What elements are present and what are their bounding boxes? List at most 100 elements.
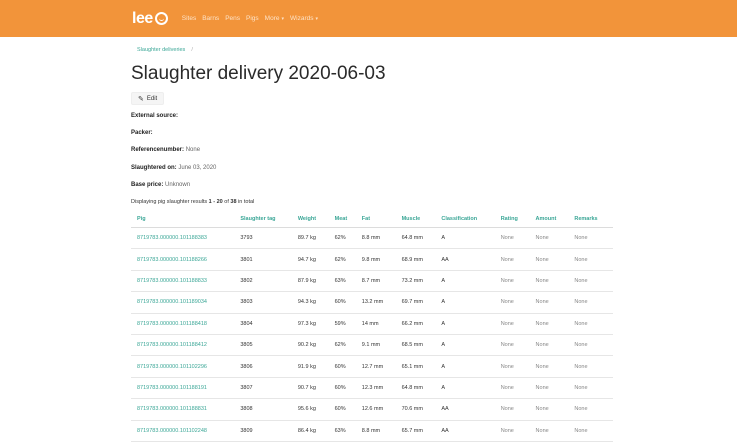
amount-cell: None [529,291,569,314]
nav-pens[interactable]: Pens [225,15,240,22]
slaughter-tag-cell: 3809 [234,420,292,442]
summary-range: 1 - 20 [208,199,223,205]
summary-total: 38 [230,199,237,205]
rating-cell: None [494,355,530,378]
column-header-classification[interactable]: Classification [435,210,495,228]
table-row: 8719783.000000.101188383 3793 89.7 kg 62… [131,227,613,250]
pig-link[interactable]: 8719783.000000.101102296 [131,355,235,378]
app-logo[interactable]: lee [132,10,168,28]
column-header-slaughter-tag[interactable]: Slaughter tag [234,210,292,228]
slaughter-tag-cell: 3805 [234,334,292,357]
nav-barns[interactable]: Barns [202,15,219,22]
pig-link[interactable]: 8719783.000000.101189034 [131,291,235,314]
table-header-row: Pig Slaughter tag Weight Meat Fat Muscle… [131,210,613,228]
remarks-cell: None [568,270,613,293]
meat-cell: 62% [328,334,356,357]
reference-field: Referencenumber: None [131,147,200,153]
column-header-fat[interactable]: Fat [355,210,396,228]
edit-button[interactable]: ✎ Edit [131,92,165,105]
remarks-cell: None [568,355,613,378]
weight-cell: 91.9 kg [291,355,329,378]
weight-cell: 89.7 kg [291,227,329,250]
nav-wizards-dropdown[interactable]: Wizards ▾ [290,15,318,22]
logo-smile-icon [154,12,168,25]
pig-link[interactable]: 8719783.000000.101188418 [131,313,235,335]
column-header-muscle[interactable]: Muscle [395,210,436,228]
muscle-cell: 70.6 mm [395,398,436,421]
pig-link[interactable]: 8719783.000000.101188266 [131,248,235,271]
table-row: 8719783.000000.101188831 3808 95.6 kg 60… [131,398,613,421]
base-price-field: Base price: Unknown [131,182,190,188]
classification-cell: A [435,313,495,335]
remarks-cell: None [568,398,613,421]
nav-more-dropdown[interactable]: More ▾ [265,15,284,22]
rating-cell: None [494,227,530,250]
reference-label: Referencenumber: [131,147,185,153]
top-navbar: lee Sites Barns Pens Pigs More ▾ Wizards ▾ [0,0,737,37]
fat-cell: 12.6 mm [355,398,396,421]
classification-cell: A [435,291,495,314]
fat-cell: 9.8 mm [355,248,396,271]
rating-cell: None [494,398,530,421]
rating-cell: None [494,334,530,357]
slaughtered-label: Slaughtered on: [131,165,177,171]
pig-link[interactable]: 8719783.000000.101188383 [131,227,235,250]
main-nav: Sites Barns Pens Pigs More ▾ Wizards ▾ [182,15,324,22]
column-header-rating[interactable]: Rating [494,210,530,228]
breadcrumb: Slaughter deliveries / [137,47,193,53]
weight-cell: 90.2 kg [291,334,329,357]
pig-link[interactable]: 8719783.000000.101188831 [131,398,235,421]
slaughter-tag-cell: 3807 [234,377,292,400]
page-title: Slaughter delivery 2020-06-03 [131,63,386,84]
fat-cell: 9.1 mm [355,334,396,357]
pig-link[interactable]: 8719783.000000.101188833 [131,270,235,293]
reference-value: None [185,147,201,153]
pig-link[interactable]: 8719783.000000.101188412 [131,334,235,357]
pig-link[interactable]: 8719783.000000.101102248 [131,420,235,442]
weight-cell: 87.9 kg [291,270,329,293]
classification-cell: AA [435,420,495,442]
column-header-weight[interactable]: Weight [291,210,329,228]
muscle-cell: 65.7 mm [395,420,436,442]
slaughter-results-table: Pig Slaughter tag Weight Meat Fat Muscle… [131,210,613,442]
weight-cell: 90.7 kg [291,377,329,400]
column-header-amount[interactable]: Amount [529,210,569,228]
external-source-field: External source: [131,113,178,119]
amount-cell: None [529,355,569,378]
meat-cell: 60% [328,377,356,400]
meat-cell: 60% [328,355,356,378]
breadcrumb-slaughter-deliveries[interactable]: Slaughter deliveries [137,47,185,53]
classification-cell: A [435,355,495,378]
classification-cell: AA [435,248,495,271]
nav-label: Pigs [246,15,259,22]
remarks-cell: None [568,377,613,400]
slaughtered-field: Slaughtered on: June 03, 2020 [131,165,216,171]
remarks-cell: None [568,334,613,357]
nav-sites[interactable]: Sites [182,15,196,22]
fat-cell: 14 mm [355,313,396,335]
classification-cell: A [435,227,495,250]
muscle-cell: 68.9 mm [395,248,436,271]
classification-cell: AA [435,398,495,421]
table-row: 8719783.000000.101102296 3806 91.9 kg 60… [131,355,613,378]
column-header-meat[interactable]: Meat [328,210,356,228]
column-header-pig[interactable]: Pig [131,210,235,228]
table-row: 8719783.000000.101189034 3803 94.3 kg 60… [131,291,613,314]
rating-cell: None [494,291,530,314]
weight-cell: 95.6 kg [291,398,329,421]
table-row: 8719783.000000.101188266 3801 94.7 kg 62… [131,248,613,271]
slaughter-tag-cell: 3804 [234,313,292,335]
nav-label: Pens [225,15,241,22]
nav-pigs[interactable]: Pigs [246,15,259,22]
chevron-down-icon: ▾ [315,16,318,22]
table-row: 8719783.000000.101188412 3805 90.2 kg 62… [131,334,613,357]
table-row: 8719783.000000.101188418 3804 97.3 kg 59… [131,313,613,335]
weight-cell: 86.4 kg [291,420,329,442]
column-header-remarks[interactable]: Remarks [568,210,613,228]
slaughter-tag-cell: 3793 [234,227,292,250]
pig-link[interactable]: 8719783.000000.101188191 [131,377,235,400]
slaughter-tag-cell: 3801 [234,248,292,271]
fat-cell: 8.8 mm [355,227,396,250]
amount-cell: None [529,377,569,400]
meat-cell: 59% [328,313,356,335]
